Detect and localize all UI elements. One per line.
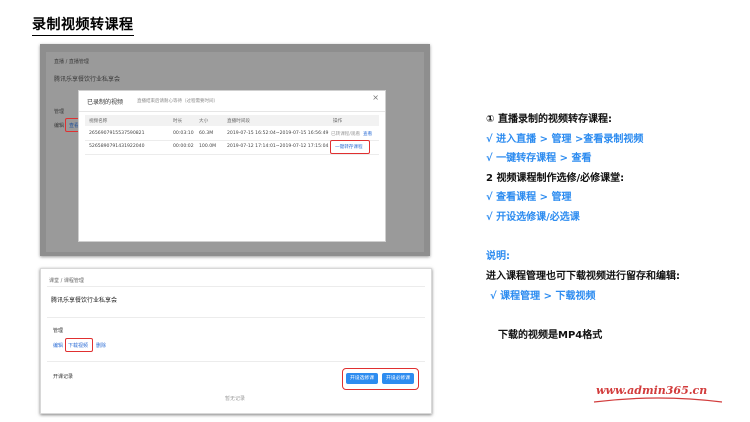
step2-item-1: √ 查看课程 > 管理 bbox=[486, 192, 572, 203]
edit-link[interactable]: 编辑 bbox=[53, 342, 63, 349]
row1-view-link[interactable]: 查看 bbox=[363, 131, 372, 137]
modal-title: 已录制的视频 bbox=[87, 99, 124, 106]
section-label: 管理 bbox=[54, 109, 65, 115]
step2-title: 2 视频课程制作选修/必修课堂: bbox=[486, 173, 625, 184]
column-header-period: 直播时间段 bbox=[227, 119, 250, 124]
divider bbox=[47, 361, 425, 362]
divider bbox=[47, 317, 425, 318]
modal-hint: 直播结束后请耐心等待（过程需要时间） bbox=[137, 99, 218, 104]
row-divider bbox=[85, 154, 379, 155]
step2-item-2: √ 开设选修课/必选课 bbox=[486, 212, 580, 223]
page-heading: 腾讯乐享餐饮行业私享会 bbox=[51, 297, 118, 304]
row2-period: 2019-07-12 17:14:01~2019-07-12 17:15:04 bbox=[227, 144, 329, 149]
row1-converted-status: 已转课程/观看 bbox=[331, 132, 361, 137]
row1-name: 2656907915537590821 bbox=[89, 131, 145, 136]
live-recording-screenshot: 直播 / 直播管理 腾讯乐享餐饮行业私享会 管理 编辑 查看 已录制的视频 直播… bbox=[40, 44, 430, 256]
delete-link[interactable]: 删除 bbox=[96, 342, 106, 349]
edit-link[interactable]: 编辑 bbox=[54, 122, 64, 129]
slide-title: 录制视频转课程 bbox=[32, 14, 134, 36]
format-note: 下载的视频是MP4格式 bbox=[498, 330, 603, 341]
column-header-name: 视频名称 bbox=[89, 119, 108, 124]
download-link-highlight bbox=[65, 338, 93, 352]
close-icon[interactable]: × bbox=[372, 94, 379, 102]
step1-title: ① 直播录制的视频转存课程: bbox=[486, 114, 612, 125]
recorded-videos-modal: 已录制的视频 直播结束后请耐心等待（过程需要时间） × 视频名称 时长 大小 直… bbox=[78, 90, 386, 242]
row2-name: 5265890791431922040 bbox=[89, 144, 145, 149]
course-management-screenshot: 课堂 / 课程管理 腾讯乐享餐饮行业私享会 管理 编辑 下载视频 删除 开课记录… bbox=[40, 268, 432, 414]
note-item: √ 课程管理 > 下载视频 bbox=[490, 291, 596, 302]
page-heading: 腾讯乐享餐饮行业私享会 bbox=[54, 76, 121, 83]
row1-period: 2019-07-15 16:52:04~2019-07-15 16:56:49 bbox=[227, 131, 329, 136]
step1-item-2: √ 一键转存课程 > 查看 bbox=[486, 153, 592, 164]
note-text: 进入课程管理也可下载视频进行留存和编辑: bbox=[486, 271, 680, 282]
empty-records-text: 暂无记录 bbox=[225, 396, 246, 402]
buttons-highlight bbox=[342, 368, 419, 390]
column-header-actions: 操作 bbox=[333, 119, 343, 124]
breadcrumb[interactable]: 课堂 / 课程管理 bbox=[49, 277, 84, 284]
watermark-swoosh-icon bbox=[593, 397, 723, 403]
row2-duration: 00:00:02 bbox=[173, 144, 194, 149]
row1-size: 60.3M bbox=[199, 131, 214, 136]
section-label: 管理 bbox=[53, 328, 64, 334]
divider bbox=[47, 286, 425, 287]
row1-duration: 00:03:10 bbox=[173, 131, 194, 136]
convert-button-highlight bbox=[330, 140, 370, 154]
column-header-duration: 时长 bbox=[173, 119, 183, 124]
note-label: 说明: bbox=[486, 251, 510, 262]
record-label: 开课记录 bbox=[53, 374, 74, 380]
divider bbox=[79, 111, 385, 112]
column-header-size: 大小 bbox=[199, 119, 209, 124]
breadcrumb[interactable]: 直播 / 直播管理 bbox=[54, 58, 89, 65]
row2-size: 100.0M bbox=[199, 144, 217, 149]
step1-item-1: √ 进入直播 > 管理 >查看录制视频 bbox=[486, 134, 644, 145]
